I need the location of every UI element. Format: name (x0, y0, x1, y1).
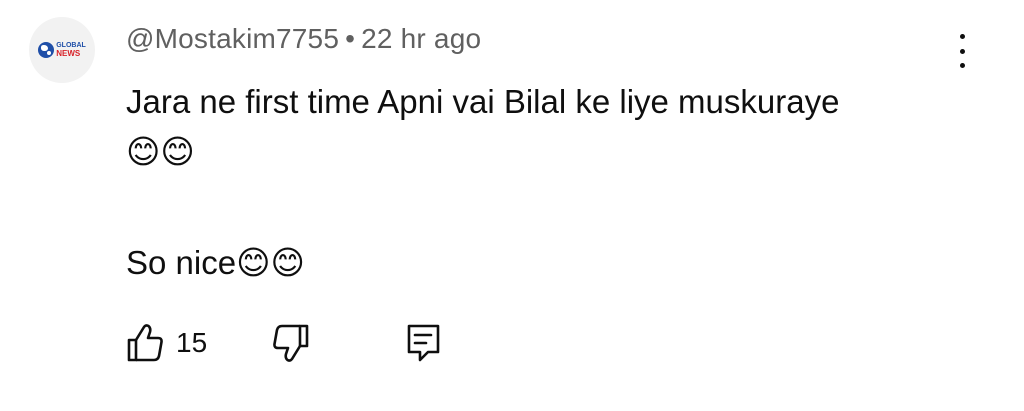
avatar[interactable]: GLOBAL NEWS (29, 17, 95, 83)
thumb-up-icon (126, 323, 164, 363)
author-handle[interactable]: @Mostakim7755 (126, 23, 339, 54)
comment-line-1: Jara ne first time Apni vai Bilal ke liy… (126, 83, 840, 120)
meta-separator: • (345, 23, 356, 54)
more-options-button[interactable] (950, 34, 974, 68)
logo-text: GLOBAL NEWS (56, 42, 86, 58)
like-button[interactable]: 15 (126, 323, 207, 363)
like-count: 15 (176, 327, 208, 358)
reply-comment-icon (406, 323, 442, 363)
thumb-down-icon (272, 323, 310, 363)
comment-text: Jara ne first time Apni vai Bilal ke liy… (126, 77, 839, 288)
reply-button[interactable] (406, 323, 442, 363)
comment-header: @Mostakim7755 • 22 hr ago (126, 23, 481, 55)
logo-line-2: NEWS (56, 49, 81, 58)
comment-blank-line (126, 177, 839, 238)
more-vertical-icon (959, 34, 965, 68)
global-news-logo: GLOBAL NEWS (38, 42, 86, 58)
comment-time[interactable]: 22 hr ago (361, 23, 481, 54)
comment-line-3: So nice😊😊 (126, 244, 305, 281)
comment-line-2: 😊😊 (126, 133, 195, 170)
dislike-button[interactable] (272, 323, 310, 363)
globe-icon (38, 42, 55, 58)
comment-item: GLOBAL NEWS @Mostakim7755 • 22 hr ago Jara… (0, 0, 1024, 411)
